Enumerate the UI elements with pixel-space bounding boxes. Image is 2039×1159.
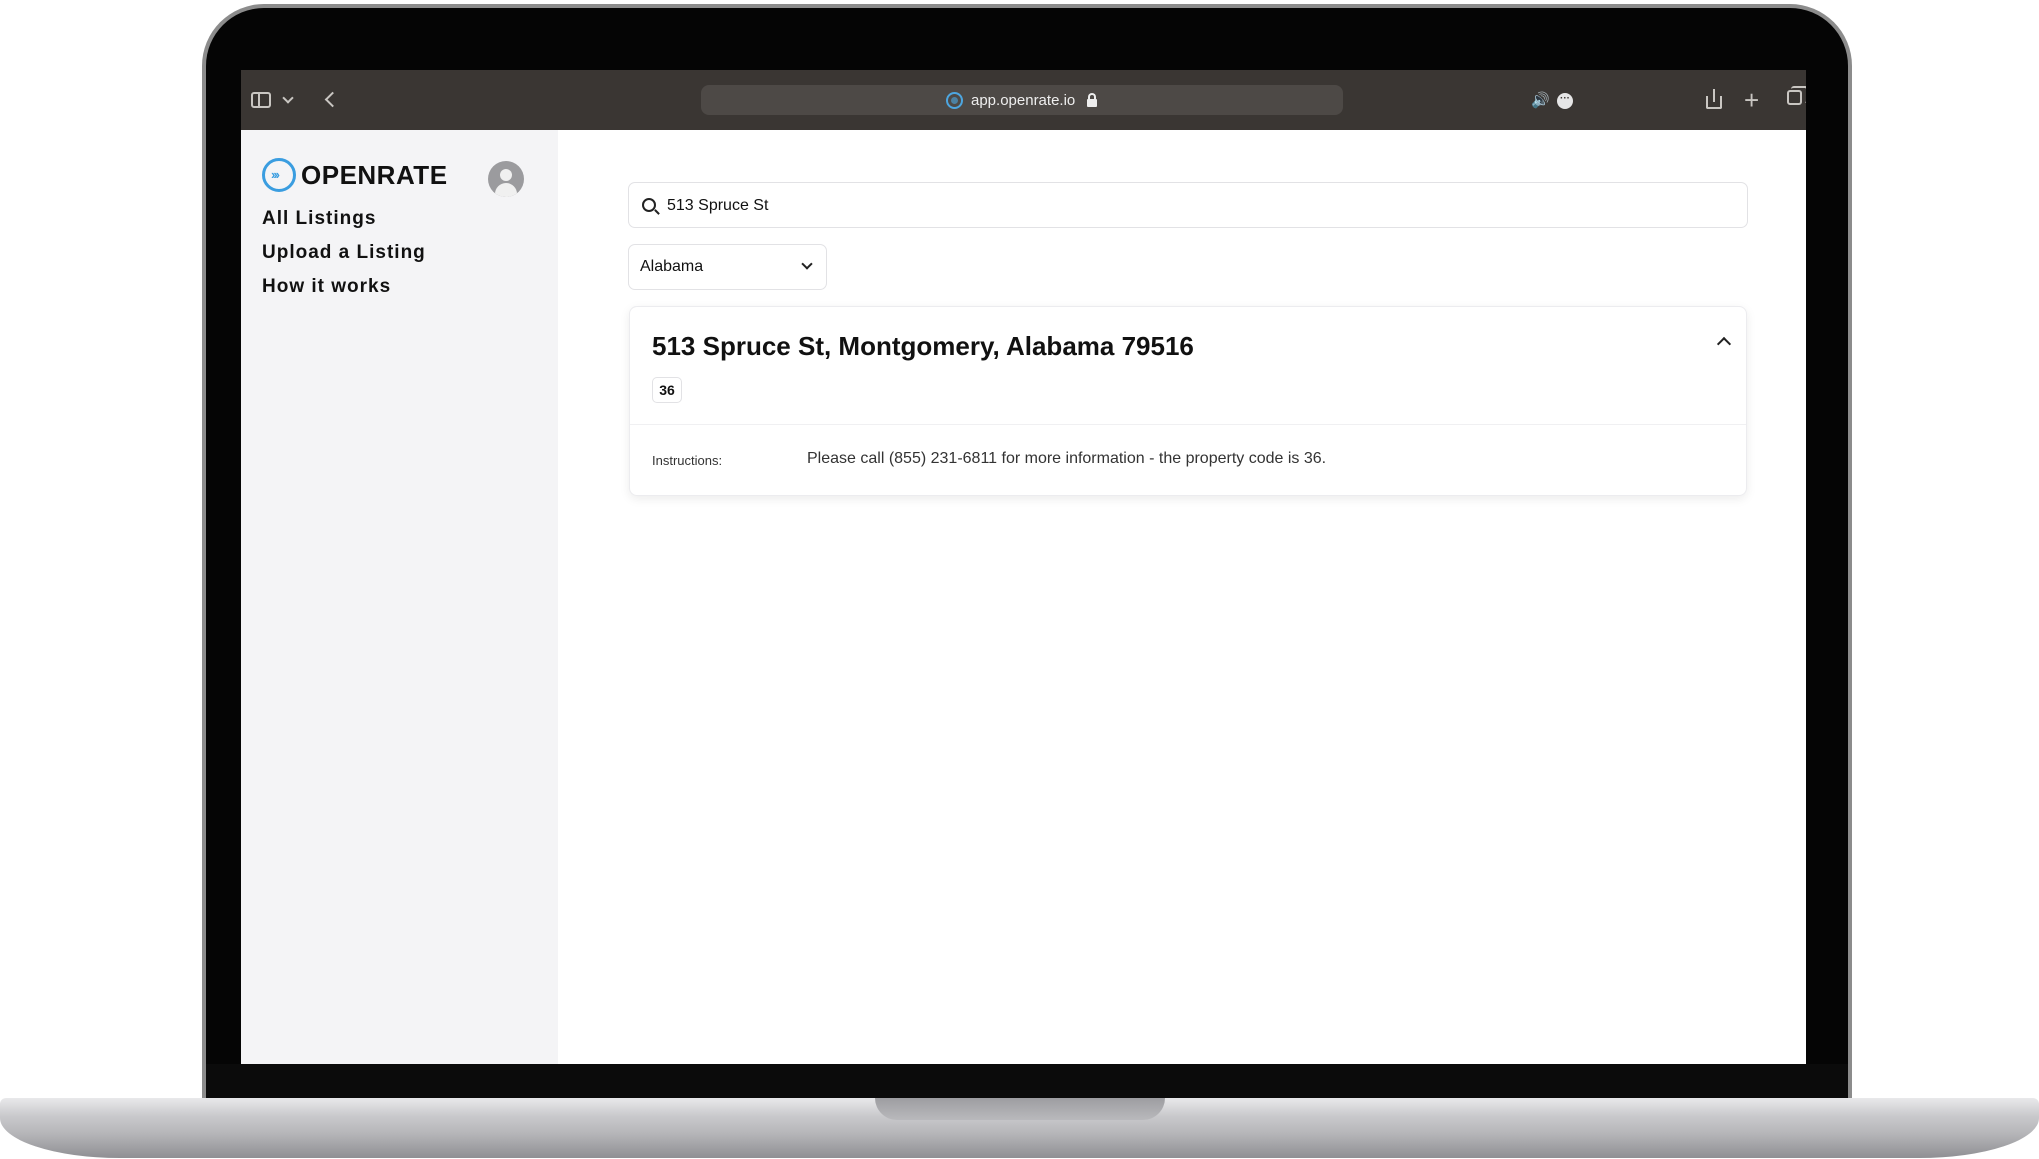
main-content: Alabama 513 Spruce St, Montgomery, Alaba… [558, 130, 1806, 1064]
search-icon [642, 198, 656, 212]
state-select[interactable]: Alabama [628, 244, 827, 290]
chevron-down-icon[interactable] [282, 92, 294, 104]
back-icon[interactable] [324, 91, 341, 108]
laptop-bezel-bottom [206, 1064, 1848, 1098]
search-input[interactable] [665, 193, 1725, 219]
property-code-badge: 36 [652, 377, 682, 403]
sidebar: ››› OPENRATE All Listings Upload a Listi… [241, 130, 558, 1064]
address-url[interactable]: app.openrate.io [971, 92, 1075, 109]
site-favicon-icon [946, 92, 963, 109]
listing-card: 513 Spruce St, Montgomery, Alabama 79516… [629, 306, 1747, 496]
speaker-icon[interactable]: 🔊 [1531, 91, 1550, 109]
browser-toolbar: app.openrate.io 🔊 ··· + [241, 70, 1806, 130]
lock-icon [1087, 93, 1097, 107]
logo-text: OPENRATE [301, 159, 448, 190]
instructions-label: Instructions: [652, 453, 723, 468]
openrate-logo[interactable]: ››› OPENRATE [262, 158, 448, 192]
chevron-down-icon [801, 258, 813, 270]
listing-card-header[interactable]: 513 Spruce St, Montgomery, Alabama 79516… [630, 307, 1746, 425]
search-box[interactable] [628, 182, 1748, 228]
screen: app.openrate.io 🔊 ··· + ››› OPENRATE All… [241, 70, 1806, 1064]
nav-upload-listing[interactable]: Upload a Listing [262, 242, 426, 264]
laptop-notch [875, 1098, 1165, 1120]
instructions-text: Please call (855) 231-6811 for more info… [807, 450, 1327, 467]
share-icon[interactable] [1706, 89, 1722, 109]
nav-how-it-works[interactable]: How it works [262, 276, 391, 298]
user-avatar-icon[interactable] [488, 161, 524, 197]
ellipsis-icon[interactable]: ··· [1557, 93, 1573, 109]
plus-icon[interactable]: + [1744, 85, 1759, 116]
address-bar[interactable]: app.openrate.io 🔊 ··· [701, 85, 1573, 115]
tabs-icon[interactable] [1787, 86, 1806, 105]
state-select-value: Alabama [640, 258, 704, 275]
logo-mark-glyph: ››› [271, 167, 280, 182]
sidebar-toggle-icon[interactable] [251, 92, 271, 108]
nav-all-listings[interactable]: All Listings [262, 208, 376, 230]
chevron-up-icon[interactable] [1716, 336, 1732, 352]
listing-title: 513 Spruce St, Montgomery, Alabama 79516 [652, 331, 1194, 361]
logo-mark-icon: ››› [262, 158, 296, 192]
